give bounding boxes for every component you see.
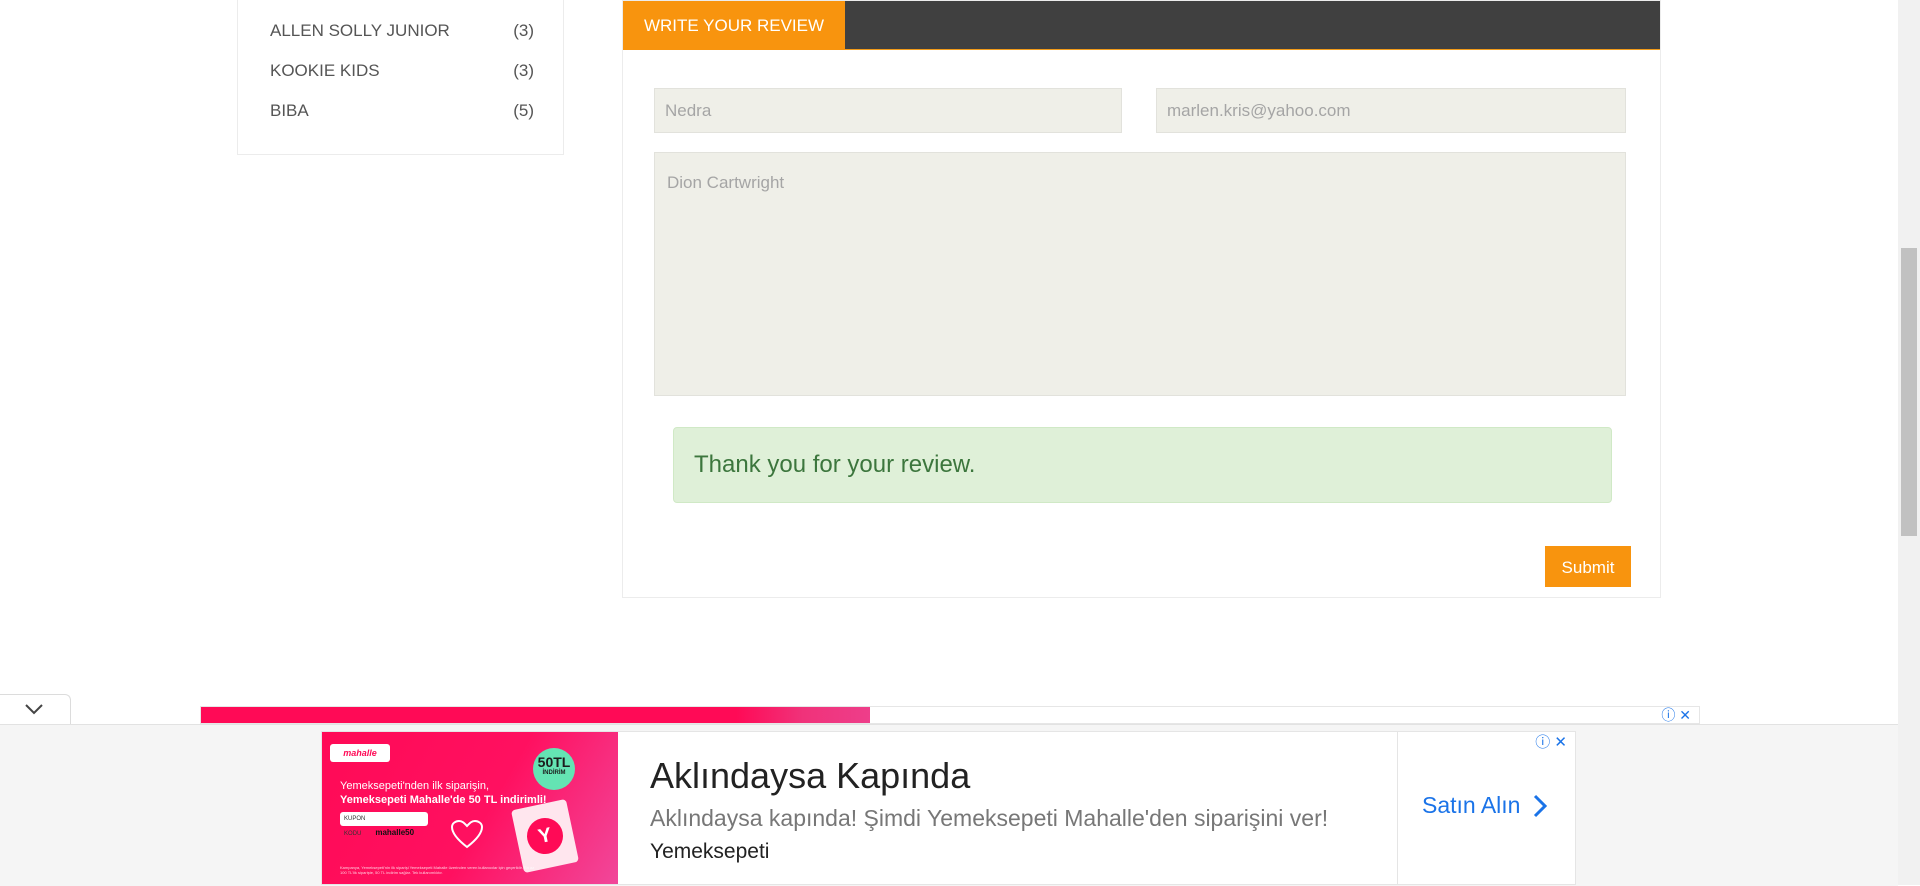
ad-description[interactable]: Aklındaysa kapında! Şimdi Yemeksepeti Ma… (650, 805, 1328, 832)
ad-title[interactable]: Aklındaysa Kapında (650, 755, 970, 797)
scrollbar-thumb[interactable] (1901, 248, 1917, 536)
discount-badge: 50TL İNDİRİM (533, 748, 575, 790)
ad-strip-bar (201, 707, 870, 723)
ad-banner[interactable]: mahalle 50TL İNDİRİM Yemeksepeti'nden il… (321, 731, 1576, 885)
heart-icon (450, 819, 484, 849)
review-panel: WRITE YOUR REVIEW Dion Cartwright Thank … (622, 0, 1661, 598)
name-field[interactable] (654, 88, 1122, 133)
coupon-code: KUPON KODU mahalle50 (340, 812, 428, 837)
ticket-graphic: Y (510, 798, 580, 874)
ad-logo: mahalle (330, 744, 390, 762)
ad-divider (1397, 732, 1398, 884)
brand-count: (5) (513, 101, 534, 120)
brand-count: (3) (513, 21, 534, 40)
success-alert: Thank you for your review. (673, 427, 1612, 503)
email-field[interactable] (1156, 88, 1626, 133)
close-icon[interactable]: ✕ (1679, 707, 1691, 723)
info-icon[interactable]: ⓘ (1661, 707, 1675, 723)
brand-name: ALLEN SOLLY JUNIOR (270, 21, 450, 40)
page-scrollbar[interactable] (1898, 0, 1920, 885)
info-icon[interactable]: ⓘ (1535, 734, 1550, 751)
tab-write-review[interactable]: WRITE YOUR REVIEW (623, 1, 845, 50)
brand-item[interactable]: KOOKIE KIDS (3) (270, 61, 534, 81)
review-header: WRITE YOUR REVIEW (623, 1, 1660, 50)
brand-name: BIBA (270, 101, 309, 120)
ad-image-line: Yemeksepeti'nden ilk siparişin, (340, 780, 490, 792)
ad-image-line: Yemeksepeti Mahalle'de 50 TL indirimli! (340, 794, 547, 806)
submit-button[interactable]: Submit (1545, 546, 1631, 587)
ad-collapse-button[interactable] (0, 694, 71, 724)
brand-filter-sidebar: ALLEN SOLLY JUNIOR (3) KOOKIE KIDS (3) B… (237, 0, 564, 155)
review-message-field[interactable]: Dion Cartwright (654, 152, 1626, 396)
ad-top-strip: ⓘ ✕ (200, 706, 1700, 724)
ad-advertiser[interactable]: Yemeksepeti (650, 840, 769, 864)
ad-image[interactable]: mahalle 50TL İNDİRİM Yemeksepeti'nden il… (322, 732, 618, 884)
chevron-right-icon[interactable] (1532, 793, 1548, 819)
chevron-down-icon (25, 704, 43, 715)
close-icon[interactable]: ✕ (1554, 734, 1567, 751)
brand-item[interactable]: BIBA (5) (270, 101, 534, 121)
brand-item[interactable]: ALLEN SOLLY JUNIOR (3) (270, 21, 534, 41)
ad-cta-button[interactable]: Satın Alın (1422, 792, 1520, 819)
ad-fine-print: Kampanya, Yemeksepeti'nin ilk siparişi Y… (340, 865, 535, 875)
brand-name: KOOKIE KIDS (270, 61, 380, 80)
brand-count: (3) (513, 61, 534, 80)
